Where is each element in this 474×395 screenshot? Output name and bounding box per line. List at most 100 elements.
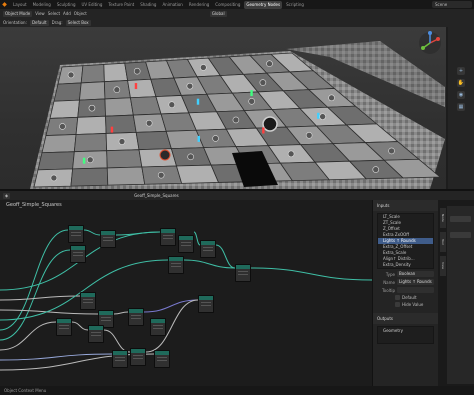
- round-socket: [262, 116, 278, 132]
- light-marker: [134, 83, 138, 90]
- node-link: [0, 229, 69, 331]
- input-item[interactable]: Extra_Density: [378, 262, 433, 268]
- light-marker: [317, 112, 320, 119]
- tile-vent: [388, 147, 395, 155]
- tile-vent: [88, 104, 96, 112]
- floor-tile: [135, 130, 172, 151]
- node-graph[interactable]: [0, 200, 372, 386]
- tab-tool[interactable]: Tool: [440, 232, 446, 252]
- workspace-tab-uv-editing[interactable]: UV Editing: [80, 1, 105, 9]
- name-field[interactable]: Lights ↑ Rounds: [397, 279, 434, 285]
- workspace-tab-geometry-nodes[interactable]: Geometry Nodes: [244, 0, 283, 9]
- viewport-header: Object Mode View Select Add Object Globa…: [0, 9, 474, 27]
- inputs-header[interactable]: Inputs: [373, 200, 438, 211]
- tile-vent: [113, 86, 121, 94]
- hide-value-label: Hide Value: [402, 302, 424, 307]
- floor-tile: [49, 99, 80, 119]
- tile-vent: [145, 119, 153, 127]
- menu-view[interactable]: View: [35, 11, 45, 16]
- mode-dropdown[interactable]: Object Mode: [3, 10, 33, 17]
- node[interactable]: [200, 240, 216, 258]
- camera-icon[interactable]: ◉: [457, 91, 465, 99]
- type-label: Type: [385, 271, 395, 277]
- drag-dropdown[interactable]: Select Box: [65, 19, 91, 26]
- orientation-dropdown[interactable]: Default: [29, 19, 49, 26]
- node[interactable]: [130, 348, 146, 366]
- workspace-tab-rendering[interactable]: Rendering: [187, 1, 211, 9]
- output-geometry[interactable]: Geometry: [383, 328, 403, 333]
- scene-selector[interactable]: Scene: [432, 1, 472, 8]
- status-bar: Object Context Menu: [0, 386, 474, 395]
- workspace-tab-shading[interactable]: Shading: [138, 1, 158, 9]
- tooltip-field[interactable]: [397, 287, 434, 293]
- tile-vent: [187, 153, 194, 161]
- workspace-tab-compositing[interactable]: Compositing: [213, 1, 242, 9]
- node[interactable]: [112, 350, 128, 368]
- node[interactable]: [198, 295, 214, 313]
- node[interactable]: [68, 225, 84, 243]
- type-dropdown[interactable]: Boolean: [397, 271, 434, 277]
- node[interactable]: [128, 308, 144, 326]
- node[interactable]: [56, 318, 72, 336]
- viewport-toolbar: + ✋ ◉ ▦: [448, 27, 474, 189]
- navigation-gizmo[interactable]: [418, 31, 442, 55]
- node[interactable]: [70, 245, 86, 263]
- floor-tile: [37, 151, 75, 171]
- property-field[interactable]: [450, 232, 471, 238]
- floor-tile: [75, 115, 107, 135]
- workspace-tab-sculpting[interactable]: Sculpting: [55, 1, 78, 9]
- light-marker: [262, 127, 265, 134]
- drag-label: Drag:: [51, 20, 63, 25]
- floor-tile: [79, 81, 106, 101]
- tab-view[interactable]: View: [440, 256, 446, 276]
- floor-tile: [73, 133, 108, 153]
- tile-vent: [186, 82, 194, 90]
- hide-value-checkbox[interactable]: [395, 302, 400, 307]
- node[interactable]: [235, 264, 251, 282]
- zoom-icon[interactable]: +: [457, 67, 465, 75]
- floor-tile: [103, 62, 129, 83]
- workspace-tab-modeling[interactable]: Modeling: [31, 1, 53, 9]
- node[interactable]: [168, 256, 184, 274]
- 3d-viewport[interactable]: [0, 27, 446, 189]
- blender-logo-icon[interactable]: ◆: [0, 0, 9, 9]
- node[interactable]: [88, 325, 104, 343]
- node[interactable]: [178, 235, 194, 253]
- node[interactable]: [154, 350, 170, 368]
- breadcrumb: Geoff_Simple_Squares: [6, 202, 62, 208]
- node[interactable]: [80, 292, 96, 310]
- tab-node[interactable]: Node: [440, 208, 446, 228]
- node-tree-name[interactable]: Geoff_Simple_Squares: [134, 193, 179, 198]
- outputs-header[interactable]: Outputs: [373, 313, 438, 324]
- transform-orientation-dropdown[interactable]: Global: [209, 10, 227, 17]
- menu-select[interactable]: Select: [48, 11, 60, 16]
- tile-vent: [232, 116, 240, 124]
- default-checkbox[interactable]: [395, 295, 400, 300]
- property-field[interactable]: [450, 216, 471, 222]
- hand-icon[interactable]: ✋: [457, 79, 465, 87]
- editor-type-icon[interactable]: ◈: [3, 192, 11, 199]
- workspace-tab-texture-paint[interactable]: Texture Paint: [106, 1, 136, 9]
- top-menu-bar: ◆ Layout Modeling Sculpting UV Editing Textu…: [0, 0, 474, 9]
- node[interactable]: [100, 230, 116, 248]
- menu-add[interactable]: Add: [63, 11, 71, 16]
- inputs-list: LT_Scale ZT_Scale Z_Offset Extra ZxOOff Ligh…: [377, 213, 434, 269]
- light-marker: [82, 157, 86, 164]
- workspace-tab-scripting[interactable]: Scripting: [284, 1, 306, 9]
- node[interactable]: [160, 228, 176, 246]
- grid-icon[interactable]: ▦: [457, 103, 465, 111]
- menu-object[interactable]: Object: [74, 11, 87, 16]
- workspace-tab-animation[interactable]: Animation: [160, 1, 184, 9]
- tile-vent: [319, 113, 326, 120]
- node-link: [0, 353, 113, 361]
- blender-window: ◆ Layout Modeling Sculpting UV Editing Textu…: [0, 0, 474, 395]
- name-label: Name: [383, 279, 395, 285]
- tile-vent: [259, 79, 267, 86]
- tile-vent: [86, 156, 94, 164]
- node[interactable]: [150, 318, 166, 336]
- light-marker: [197, 135, 200, 142]
- scene-render: [30, 41, 445, 189]
- workspace-tab-layout[interactable]: Layout: [11, 1, 29, 9]
- tile-vent: [67, 71, 75, 79]
- node-editor-header: ◈ Geoff_Simple_Squares: [0, 191, 474, 200]
